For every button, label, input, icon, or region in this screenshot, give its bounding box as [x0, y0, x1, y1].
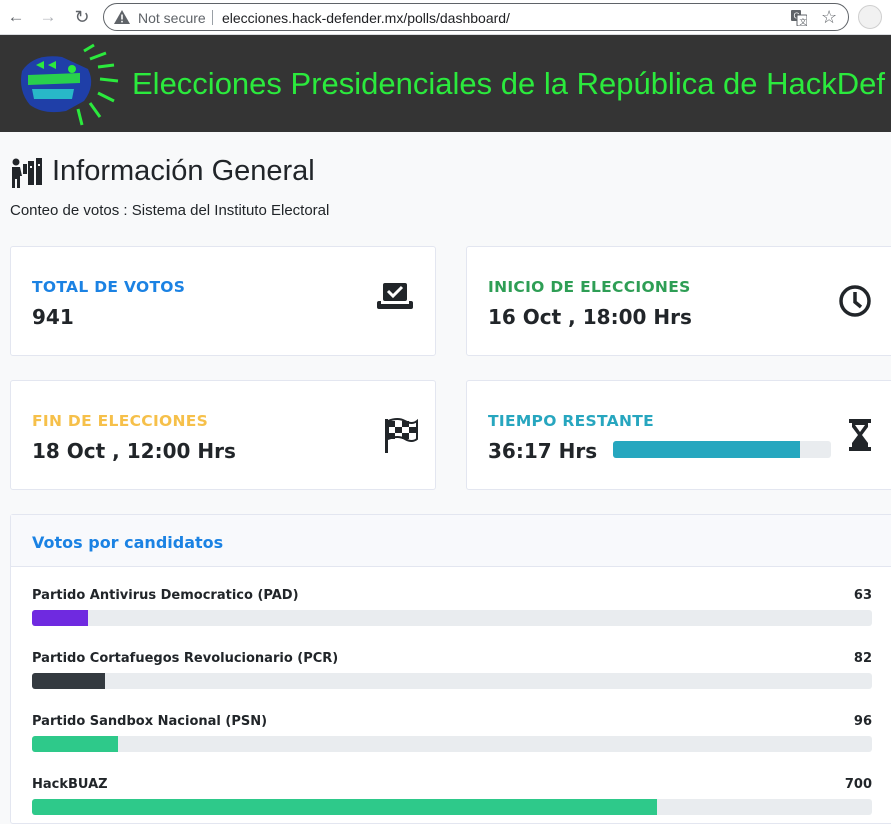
election-end-value: 18 Oct , 12:00 Hrs — [32, 439, 236, 463]
candidate-row: Partido Sandbox Nacional (PSN) 96 — [32, 714, 872, 758]
candidate-name: HackBUAZ — [32, 777, 108, 792]
time-remaining-value: 36:17 Hrs — [488, 439, 598, 463]
candidate-progress-fill — [32, 673, 106, 689]
votes-by-candidate-panel: Votos por candidatos Partido Antivirus D… — [10, 514, 891, 824]
hourglass-icon — [849, 419, 871, 451]
votes-panel-title: Votos por candidatos — [32, 533, 224, 552]
address-bar[interactable]: Not secure elecciones.hack-defender.mx/p… — [103, 3, 849, 31]
candidate-progress — [32, 610, 872, 626]
candidate-row: Partido Antivirus Democratico (PAD) 63 — [32, 588, 872, 632]
election-start-label: INICIO DE ELECCIONES — [488, 278, 691, 296]
page-subtitle: Conteo de votos : Sistema del Instituto … — [10, 202, 330, 219]
candidate-votes: 63 — [853, 588, 872, 603]
person-voting-icon — [12, 158, 42, 188]
election-end-card: FIN DE ELECCIONES 18 Oct , 12:00 Hrs — [10, 380, 436, 490]
candidate-progress — [32, 736, 872, 752]
bookmark-star-icon[interactable]: ☆ — [821, 7, 837, 28]
candidate-votes: 96 — [853, 714, 872, 729]
omnibox-divider — [212, 10, 213, 25]
total-votes-value: 941 — [32, 305, 74, 329]
candidate-name: Partido Cortafuegos Revolucionario (PCR) — [32, 651, 339, 666]
time-remaining-progress-fill — [613, 441, 801, 458]
warning-icon[interactable] — [114, 10, 130, 24]
candidate-votes: 82 — [853, 651, 872, 666]
time-remaining-card: TIEMPO RESTANTE 36:17 Hrs — [466, 380, 891, 490]
clock-icon — [839, 285, 871, 317]
translate-icon[interactable]: G 文 — [791, 10, 807, 26]
banner-title: Elecciones Presidenciales de la Repúblic… — [132, 66, 886, 101]
site-banner: Elecciones Presidenciales de la Repúblic… — [0, 35, 891, 132]
candidate-name: Partido Antivirus Democratico (PAD) — [32, 588, 299, 603]
votes-panel-header: Votos por candidatos — [11, 515, 891, 567]
ballot-box-icon — [377, 283, 413, 309]
reload-icon[interactable]: ↻ — [70, 6, 94, 28]
extension-avatar-icon[interactable] — [858, 5, 882, 29]
url-text[interactable]: elecciones.hack-defender.mx/polls/dashbo… — [222, 10, 510, 26]
total-votes-card: TOTAL DE VOTOS 941 — [10, 246, 436, 356]
election-start-card: INICIO DE ELECCIONES 16 Oct , 18:00 Hrs — [466, 246, 891, 356]
candidate-progress — [32, 673, 872, 689]
forward-arrow-icon[interactable]: → — [36, 6, 60, 28]
browser-toolbar: ← → ↻ Not secure elecciones.hack-defende… — [0, 0, 891, 35]
candidate-progress-fill — [32, 610, 89, 626]
time-remaining-progress — [613, 441, 831, 458]
election-end-label: FIN DE ELECCIONES — [32, 412, 209, 430]
time-remaining-label: TIEMPO RESTANTE — [488, 412, 654, 430]
serpent-logo-icon — [21, 43, 119, 126]
candidate-votes: 700 — [844, 777, 872, 792]
not-secure-label[interactable]: Not secure — [138, 10, 206, 26]
election-start-value: 16 Oct , 18:00 Hrs — [488, 305, 692, 329]
candidate-progress — [32, 799, 872, 815]
page-title: Información General — [52, 155, 315, 187]
candidate-row: Partido Cortafuegos Revolucionario (PCR)… — [32, 651, 872, 695]
candidate-name: Partido Sandbox Nacional (PSN) — [32, 714, 268, 729]
candidate-progress-fill — [32, 736, 118, 752]
candidate-progress-fill — [32, 799, 657, 815]
back-arrow-icon[interactable]: ← — [4, 6, 28, 28]
total-votes-label: TOTAL DE VOTOS — [32, 278, 186, 296]
checkered-flag-icon — [385, 418, 418, 453]
svg-text:文: 文 — [800, 17, 807, 26]
candidate-row: HackBUAZ 700 — [32, 777, 872, 821]
